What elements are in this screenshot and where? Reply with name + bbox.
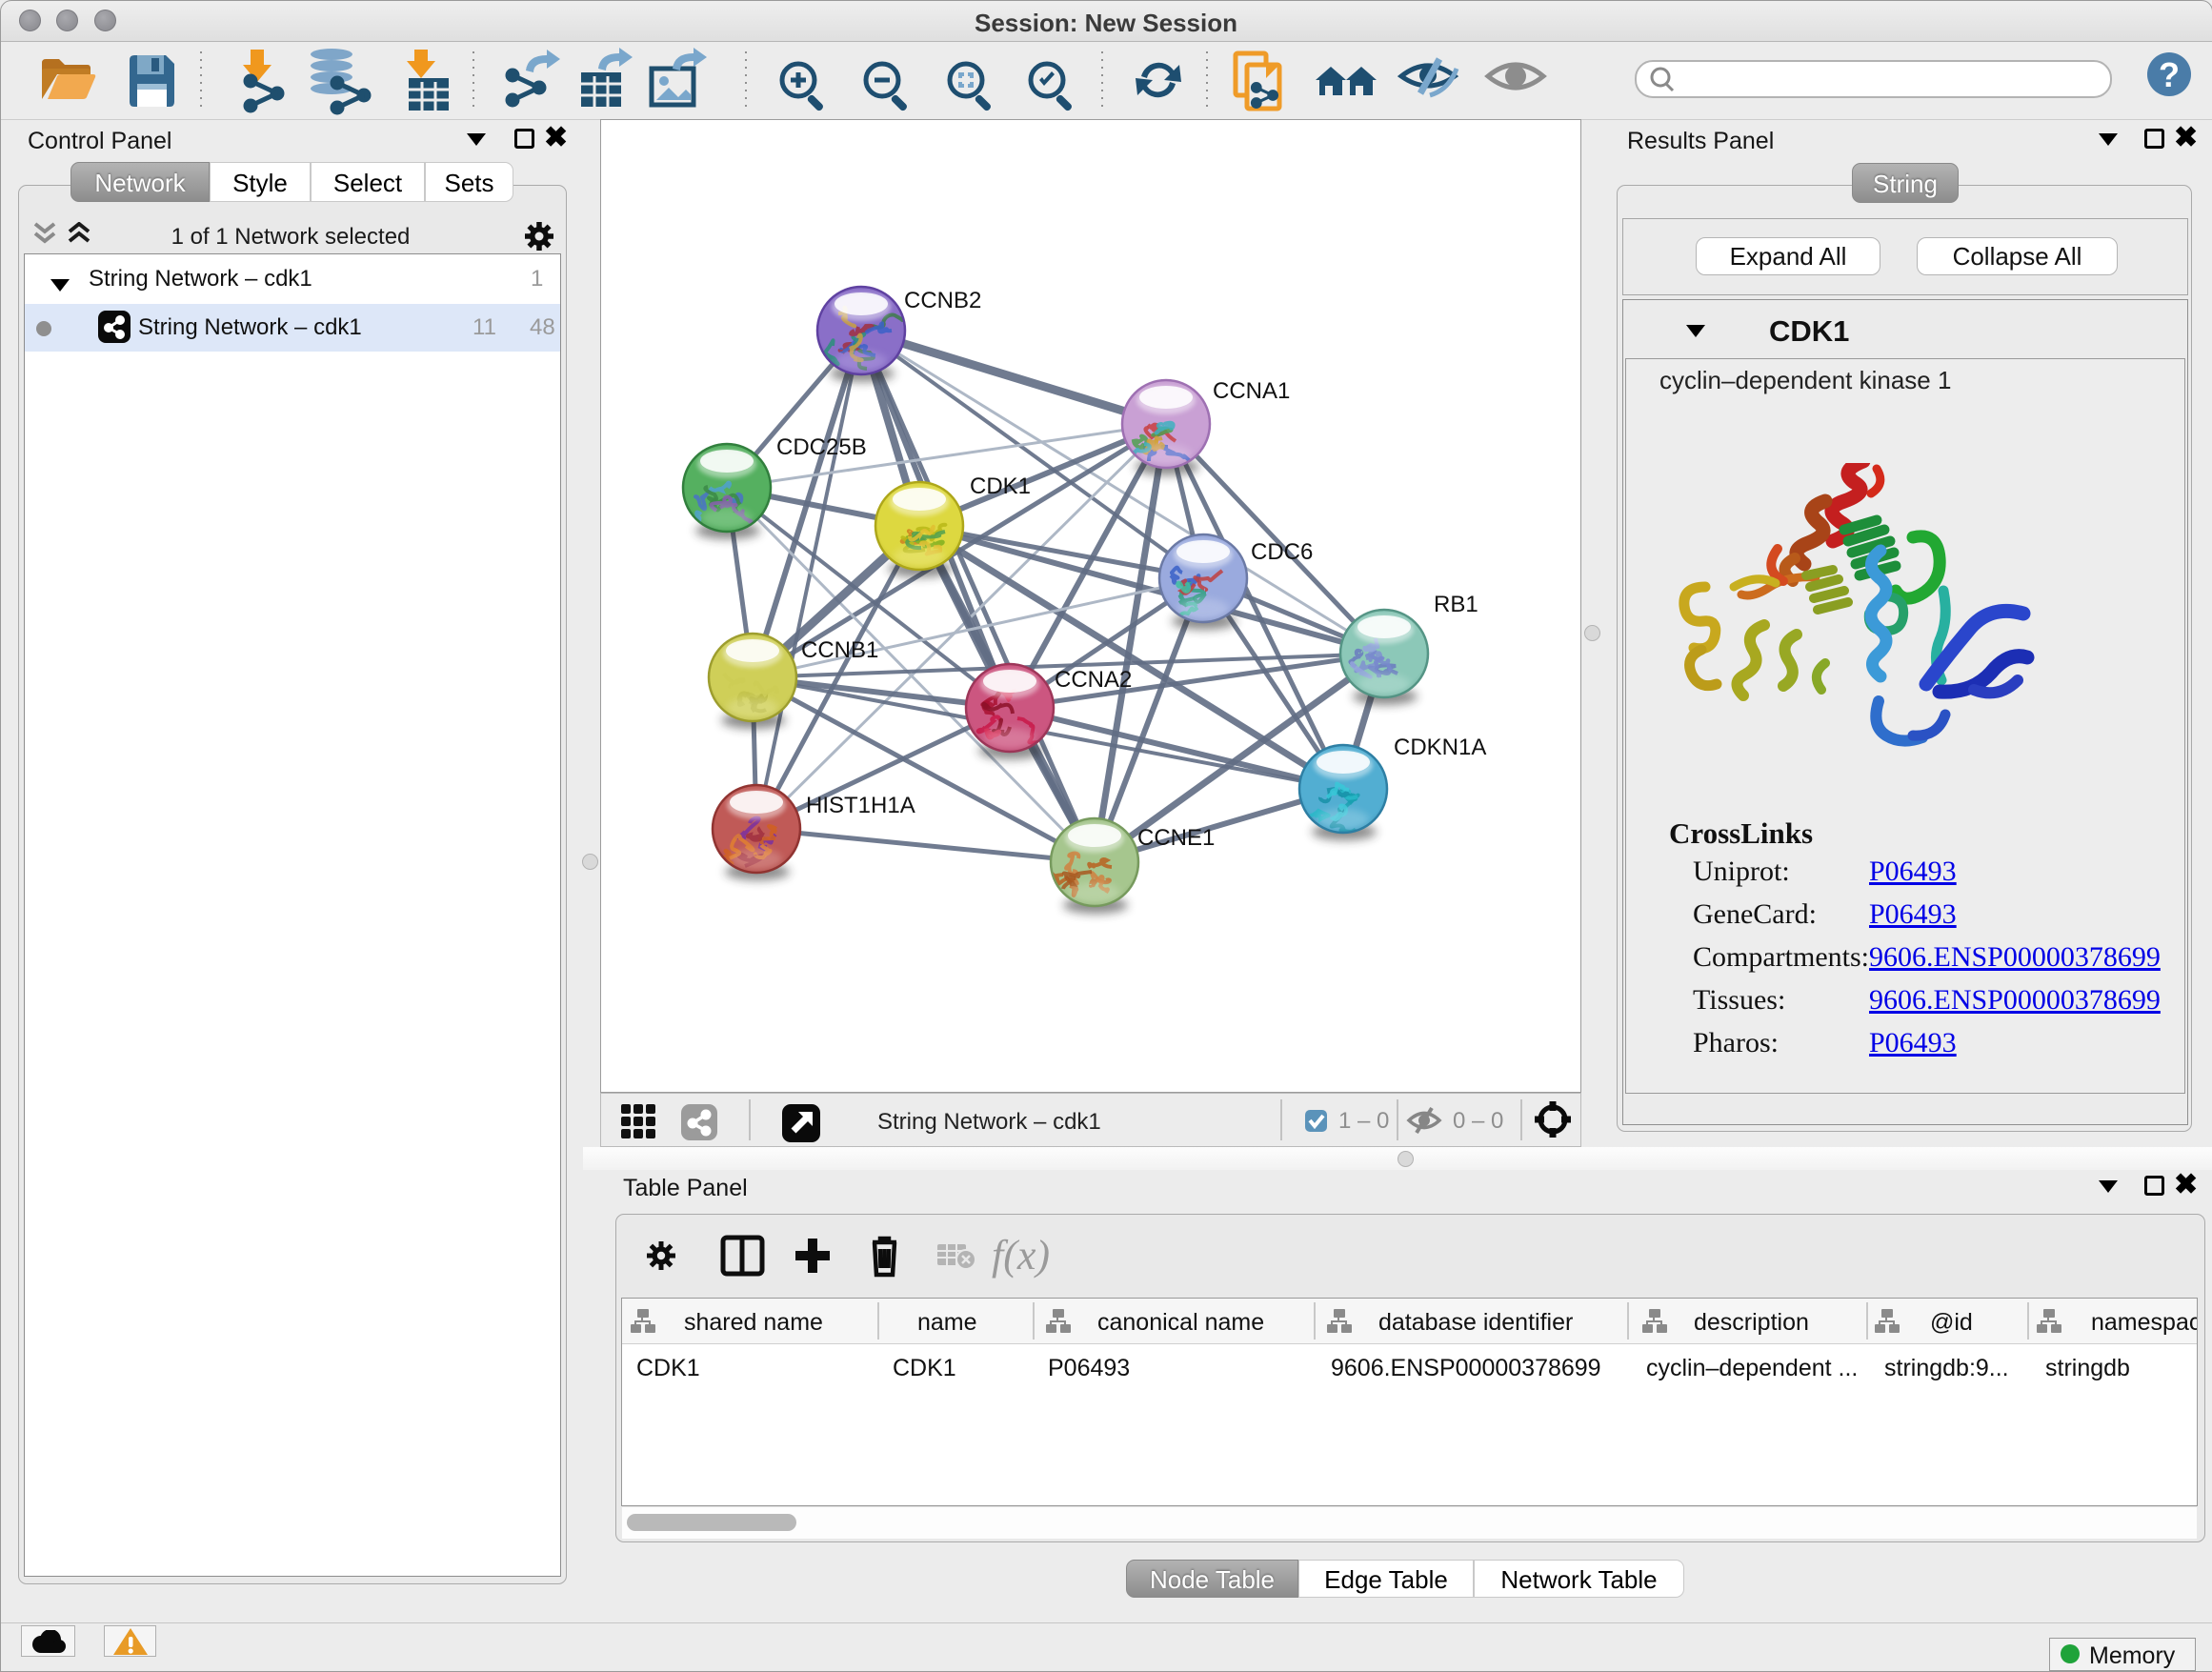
svg-text:@id: @id	[1930, 1309, 1973, 1336]
svg-text:database identifier: database identifier	[1378, 1309, 1573, 1336]
svg-text:CDK1: CDK1	[636, 1355, 700, 1381]
svg-text:CCNB1: CCNB1	[801, 637, 878, 663]
svg-text:0 – 0: 0 – 0	[1453, 1108, 1503, 1134]
svg-text:9606.ENSP00000378699: 9606.ENSP00000378699	[1331, 1355, 1601, 1381]
svg-text:f(x): f(x)	[992, 1232, 1050, 1279]
svg-text:HIST1H1A: HIST1H1A	[806, 793, 915, 818]
svg-text:CDC25B: CDC25B	[776, 434, 867, 460]
svg-text:?: ?	[2159, 55, 2180, 94]
svg-text:stringdb:9...: stringdb:9...	[1884, 1355, 2009, 1381]
svg-text:shared name: shared name	[684, 1309, 823, 1336]
svg-text:CCNA1: CCNA1	[1213, 378, 1290, 404]
svg-text:CDKN1A: CDKN1A	[1394, 735, 1486, 760]
svg-text:CCNE1: CCNE1	[1137, 825, 1215, 851]
svg-text:String Network – cdk1: String Network – cdk1	[877, 1109, 1101, 1135]
svg-text:RB1: RB1	[1434, 592, 1478, 617]
svg-text:CDC6: CDC6	[1251, 539, 1313, 565]
svg-text:CCNB2: CCNB2	[904, 288, 981, 313]
svg-text:P06493: P06493	[1048, 1355, 1130, 1381]
svg-text:name: name	[917, 1309, 977, 1336]
svg-text:CDK1: CDK1	[893, 1355, 956, 1381]
svg-text:cyclin–dependent ...: cyclin–dependent ...	[1646, 1355, 1858, 1381]
svg-text:namespac: namespac	[2091, 1309, 2197, 1336]
svg-text:description: description	[1694, 1309, 1809, 1336]
svg-text:canonical name: canonical name	[1097, 1309, 1264, 1336]
svg-text:stringdb: stringdb	[2045, 1355, 2130, 1381]
svg-text:CCNA2: CCNA2	[1055, 667, 1132, 693]
svg-text:1 – 0: 1 – 0	[1338, 1108, 1389, 1134]
svg-text:CDK1: CDK1	[970, 473, 1031, 499]
